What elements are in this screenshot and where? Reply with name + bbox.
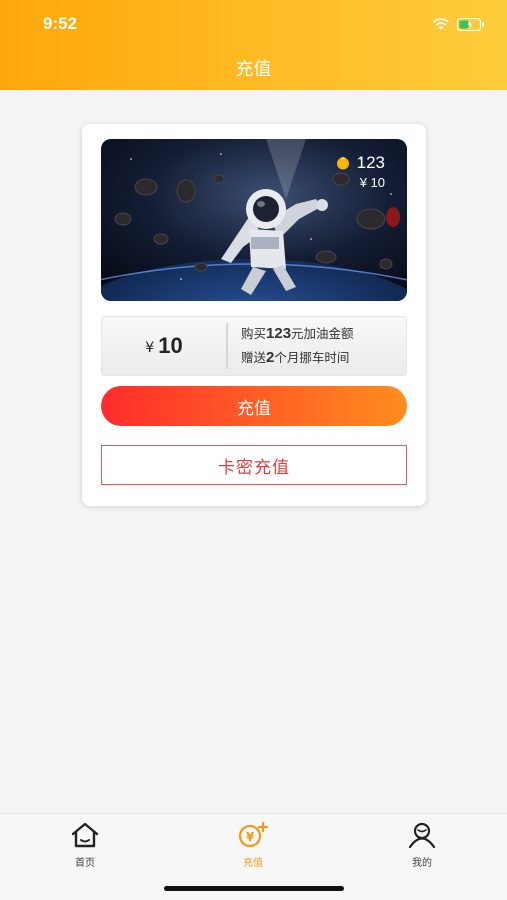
coin-row: 123 bbox=[335, 153, 385, 173]
coin-icon bbox=[335, 155, 351, 171]
svg-text:¥: ¥ bbox=[246, 830, 255, 844]
currency-symbol: ¥ bbox=[145, 340, 155, 356]
status-icons bbox=[432, 16, 485, 35]
benefit-line-fuel-value: 123 bbox=[266, 325, 292, 342]
recharge-card: 123 ¥ 10 ¥ 10 购买123元加油金额 赠送2个月挪车时间 充值 卡密… bbox=[82, 124, 426, 506]
yuan-plus-icon: ¥ bbox=[237, 821, 269, 852]
package-info[interactable]: ¥ 10 购买123元加油金额 赠送2个月挪车时间 bbox=[101, 316, 407, 376]
tab-mine-label: 我的 bbox=[412, 858, 432, 869]
page-title: 充值 bbox=[235, 59, 272, 80]
tab-home-label: 首页 bbox=[75, 858, 95, 869]
card-key-recharge-button[interactable]: 卡密充值 bbox=[101, 445, 407, 485]
benefit-line-fuel-suffix: 元加油金额 bbox=[291, 326, 354, 341]
wifi-icon bbox=[432, 16, 450, 35]
tab-mine[interactable]: 我的 bbox=[377, 822, 467, 869]
recharge-button[interactable]: 充值 bbox=[101, 386, 407, 426]
package-amount: 10 bbox=[158, 333, 183, 358]
divider bbox=[226, 323, 228, 369]
battery-icon bbox=[456, 16, 485, 35]
benefit-line-moving-prefix: 赠送 bbox=[241, 350, 267, 365]
tab-recharge-label: 充值 bbox=[243, 858, 263, 869]
tab-home[interactable]: 首页 bbox=[40, 822, 130, 869]
tab-recharge[interactable]: ¥ 充值 bbox=[208, 821, 298, 869]
home-indicator bbox=[164, 886, 344, 891]
header: 9:52 充值 bbox=[0, 0, 507, 90]
status-time: 9:52 bbox=[43, 14, 78, 33]
astronaut-banner: 123 ¥ 10 bbox=[101, 139, 407, 301]
benefit-line-moving: 赠送2个月挪车时间 bbox=[241, 347, 349, 366]
package-price: ¥ 10 bbox=[102, 317, 226, 375]
home-icon bbox=[70, 822, 100, 852]
benefit-line-moving-suffix: 个月挪车时间 bbox=[274, 350, 350, 365]
banner-price: ¥ 10 bbox=[359, 175, 385, 190]
benefit-line-fuel-prefix: 购买 bbox=[241, 326, 267, 341]
benefit-line-fuel: 购买123元加油金额 bbox=[241, 323, 354, 342]
user-icon bbox=[407, 822, 437, 852]
coin-count: 123 bbox=[356, 153, 385, 172]
